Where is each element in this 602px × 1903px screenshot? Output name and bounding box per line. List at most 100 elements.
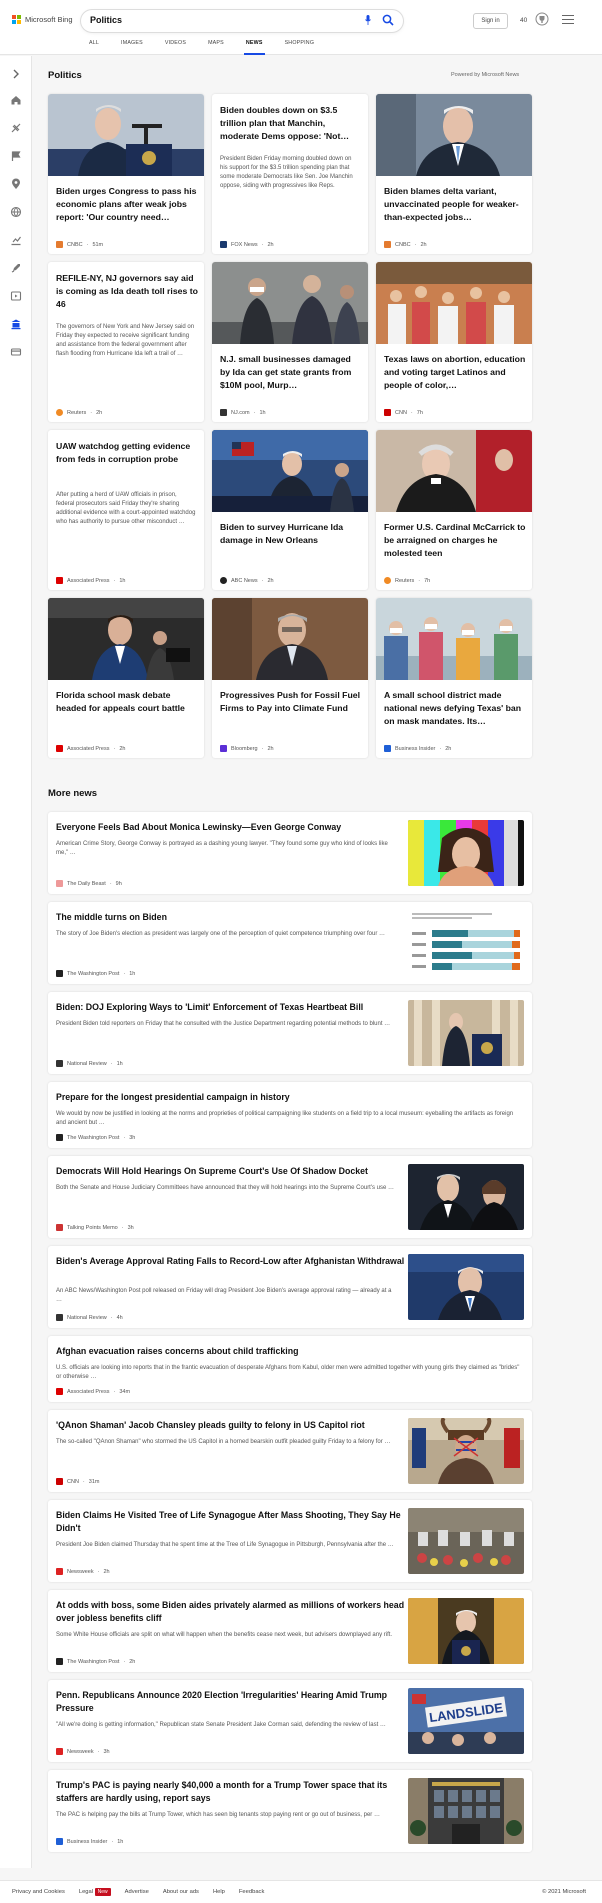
- news-card[interactable]: A small school district made national ne…: [376, 598, 532, 758]
- item-title[interactable]: Trump's PAC is paying nearly $40,000 a m…: [56, 1779, 406, 1805]
- tab-shopping[interactable]: SHOPPING: [285, 40, 315, 55]
- item-title[interactable]: Biden: DOJ Exploring Ways to 'Limit' Enf…: [56, 1001, 406, 1014]
- tab-maps[interactable]: MAPS: [208, 40, 224, 55]
- news-card[interactable]: N.J. small businesses damaged by Ida can…: [212, 262, 368, 422]
- news-card[interactable]: REFILE-NY, NJ governors say aid is comin…: [48, 262, 204, 422]
- footer-link-legal[interactable]: Legal New: [79, 1888, 111, 1896]
- news-card[interactable]: Florida school mask debate headed for ap…: [48, 598, 204, 758]
- source-time: 7h: [416, 409, 423, 416]
- list-item[interactable]: Democrats Will Hold Hearings On Supreme …: [48, 1156, 532, 1238]
- sign-in-button[interactable]: Sign in: [473, 13, 508, 29]
- list-item[interactable]: Prepare for the longest presidential cam…: [48, 1082, 532, 1148]
- item-title[interactable]: Biden's Average Approval Rating Falls to…: [56, 1255, 406, 1268]
- globe-icon[interactable]: [10, 206, 22, 218]
- card-title[interactable]: Florida school mask debate headed for ap…: [56, 689, 198, 715]
- item-title[interactable]: Biden Claims He Visited Tree of Life Syn…: [56, 1509, 406, 1535]
- source-logo-icon: [56, 745, 63, 752]
- section-title: Politics: [48, 70, 82, 81]
- card-title[interactable]: A small school district made national ne…: [384, 689, 526, 728]
- sports-icon[interactable]: [10, 122, 22, 134]
- news-card[interactable]: Former U.S. Cardinal McCarrick to be arr…: [376, 430, 532, 590]
- list-item[interactable]: Biden: DOJ Exploring Ways to 'Limit' Enf…: [48, 992, 532, 1074]
- card-title[interactable]: Texas laws on abortion, education and vo…: [384, 353, 526, 392]
- item-title[interactable]: Penn. Republicans Announce 2020 Election…: [56, 1689, 406, 1715]
- list-item[interactable]: 'QAnon Shaman' Jacob Chansley pleads gui…: [48, 1410, 532, 1492]
- news-card[interactable]: Biden to survey Hurricane Ida damage in …: [212, 430, 368, 590]
- card-title[interactable]: Biden urges Congress to pass his economi…: [56, 185, 198, 224]
- microphone-icon[interactable]: [365, 15, 371, 25]
- card-title[interactable]: REFILE-NY, NJ governors say aid is comin…: [56, 272, 198, 311]
- list-item[interactable]: Everyone Feels Bad About Monica Lewinsky…: [48, 812, 532, 894]
- card-title[interactable]: UAW watchdog getting evidence from feds …: [56, 440, 198, 466]
- legal-label[interactable]: Legal: [79, 1889, 93, 1895]
- powered-by-label[interactable]: Powered by Microsoft News: [451, 72, 519, 78]
- search-icon[interactable]: [382, 14, 394, 26]
- news-card[interactable]: UAW watchdog getting evidence from feds …: [48, 430, 204, 590]
- search-input[interactable]: Politics: [90, 15, 122, 25]
- tab-videos[interactable]: VIDEOS: [165, 40, 186, 55]
- location-icon[interactable]: [10, 178, 22, 190]
- footer-link-feedback[interactable]: Feedback: [239, 1889, 264, 1895]
- list-item[interactable]: Biden Claims He Visited Tree of Life Syn…: [48, 1500, 532, 1582]
- card-image: [48, 94, 204, 176]
- card-title[interactable]: Progressives Push for Fossil Fuel Firms …: [220, 689, 362, 715]
- science-rocket-icon[interactable]: [10, 262, 22, 274]
- bing-logo[interactable]: Microsoft Bing: [12, 15, 73, 24]
- item-thumbnail: [408, 1000, 524, 1066]
- footer-link-privacy[interactable]: Privacy and Cookies: [12, 1889, 65, 1895]
- source-logo-icon: [56, 1568, 63, 1575]
- source-time: 2h: [103, 1568, 110, 1575]
- card-title[interactable]: Biden doubles down on $3.5 trillion plan…: [220, 104, 362, 143]
- item-title[interactable]: The middle turns on Biden: [56, 911, 406, 924]
- item-snippet: The PAC is helping pay the bills at Trum…: [56, 1812, 380, 1818]
- menu-icon[interactable]: [562, 15, 574, 25]
- card-title[interactable]: Biden to survey Hurricane Ida damage in …: [220, 521, 362, 547]
- item-title[interactable]: 'QAnon Shaman' Jacob Chansley pleads gui…: [56, 1419, 406, 1432]
- top-bar: Microsoft Bing Politics Sign in 40 ALL I…: [0, 0, 602, 55]
- tab-news[interactable]: NEWS: [243, 40, 265, 55]
- card-image: [48, 598, 204, 680]
- news-card[interactable]: Biden blames delta variant, unvaccinated…: [376, 94, 532, 254]
- rewards-points[interactable]: 40: [520, 17, 527, 24]
- tab-all[interactable]: ALL: [89, 40, 99, 55]
- business-icon[interactable]: [10, 234, 22, 246]
- politics-icon[interactable]: [10, 318, 22, 330]
- news-card[interactable]: Biden doubles down on $3.5 trillion plan…: [212, 94, 368, 254]
- card-title[interactable]: N.J. small businesses damaged by Ida can…: [220, 353, 362, 392]
- source-name: CNBC: [67, 241, 83, 248]
- tab-images[interactable]: IMAGES: [121, 40, 143, 55]
- item-title[interactable]: Everyone Feels Bad About Monica Lewinsky…: [56, 821, 406, 834]
- list-item[interactable]: Afghan evacuation raises concerns about …: [48, 1336, 532, 1402]
- item-thumbnail: [408, 1254, 524, 1320]
- card-title[interactable]: Biden blames delta variant, unvaccinated…: [384, 185, 526, 224]
- news-card[interactable]: Progressives Push for Fossil Fuel Firms …: [212, 598, 368, 758]
- source-name: Business Insider: [67, 1838, 108, 1845]
- source-time: 1h: [117, 1838, 124, 1845]
- news-card[interactable]: Biden urges Congress to pass his economi…: [48, 94, 204, 254]
- card-title[interactable]: Former U.S. Cardinal McCarrick to be arr…: [384, 521, 526, 560]
- search-tabs: ALL IMAGES VIDEOS MAPS NEWS SHOPPING: [89, 40, 336, 55]
- list-item[interactable]: At odds with boss, some Biden aides priv…: [48, 1590, 532, 1672]
- search-box[interactable]: Politics: [81, 10, 403, 32]
- flag-icon[interactable]: [10, 150, 22, 162]
- rewards-trophy-icon[interactable]: [535, 12, 549, 28]
- home-icon[interactable]: [10, 94, 22, 106]
- money-icon[interactable]: [10, 346, 22, 358]
- item-title[interactable]: Prepare for the longest presidential cam…: [56, 1091, 522, 1104]
- footer-link-advertise[interactable]: Advertise: [125, 1889, 149, 1895]
- list-item[interactable]: The middle turns on Biden The story of J…: [48, 902, 532, 984]
- footer-link-help[interactable]: Help: [213, 1889, 225, 1895]
- footer-link-about-ads[interactable]: About our ads: [163, 1889, 199, 1895]
- list-item[interactable]: Penn. Republicans Announce 2020 Election…: [48, 1680, 532, 1762]
- item-title[interactable]: Democrats Will Hold Hearings On Supreme …: [56, 1165, 406, 1178]
- item-title[interactable]: At odds with boss, some Biden aides priv…: [56, 1599, 406, 1625]
- source-logo-icon: [56, 1658, 63, 1665]
- expand-chevron-icon[interactable]: [10, 68, 22, 80]
- source-name: FOX News: [231, 241, 258, 248]
- news-card[interactable]: Texas laws on abortion, education and vo…: [376, 262, 532, 422]
- entertainment-icon[interactable]: [10, 290, 22, 302]
- list-item[interactable]: Biden's Average Approval Rating Falls to…: [48, 1246, 532, 1328]
- item-title[interactable]: Afghan evacuation raises concerns about …: [56, 1345, 522, 1358]
- card-source: CNBC · 51m: [56, 241, 103, 248]
- list-item[interactable]: Trump's PAC is paying nearly $40,000 a m…: [48, 1770, 532, 1852]
